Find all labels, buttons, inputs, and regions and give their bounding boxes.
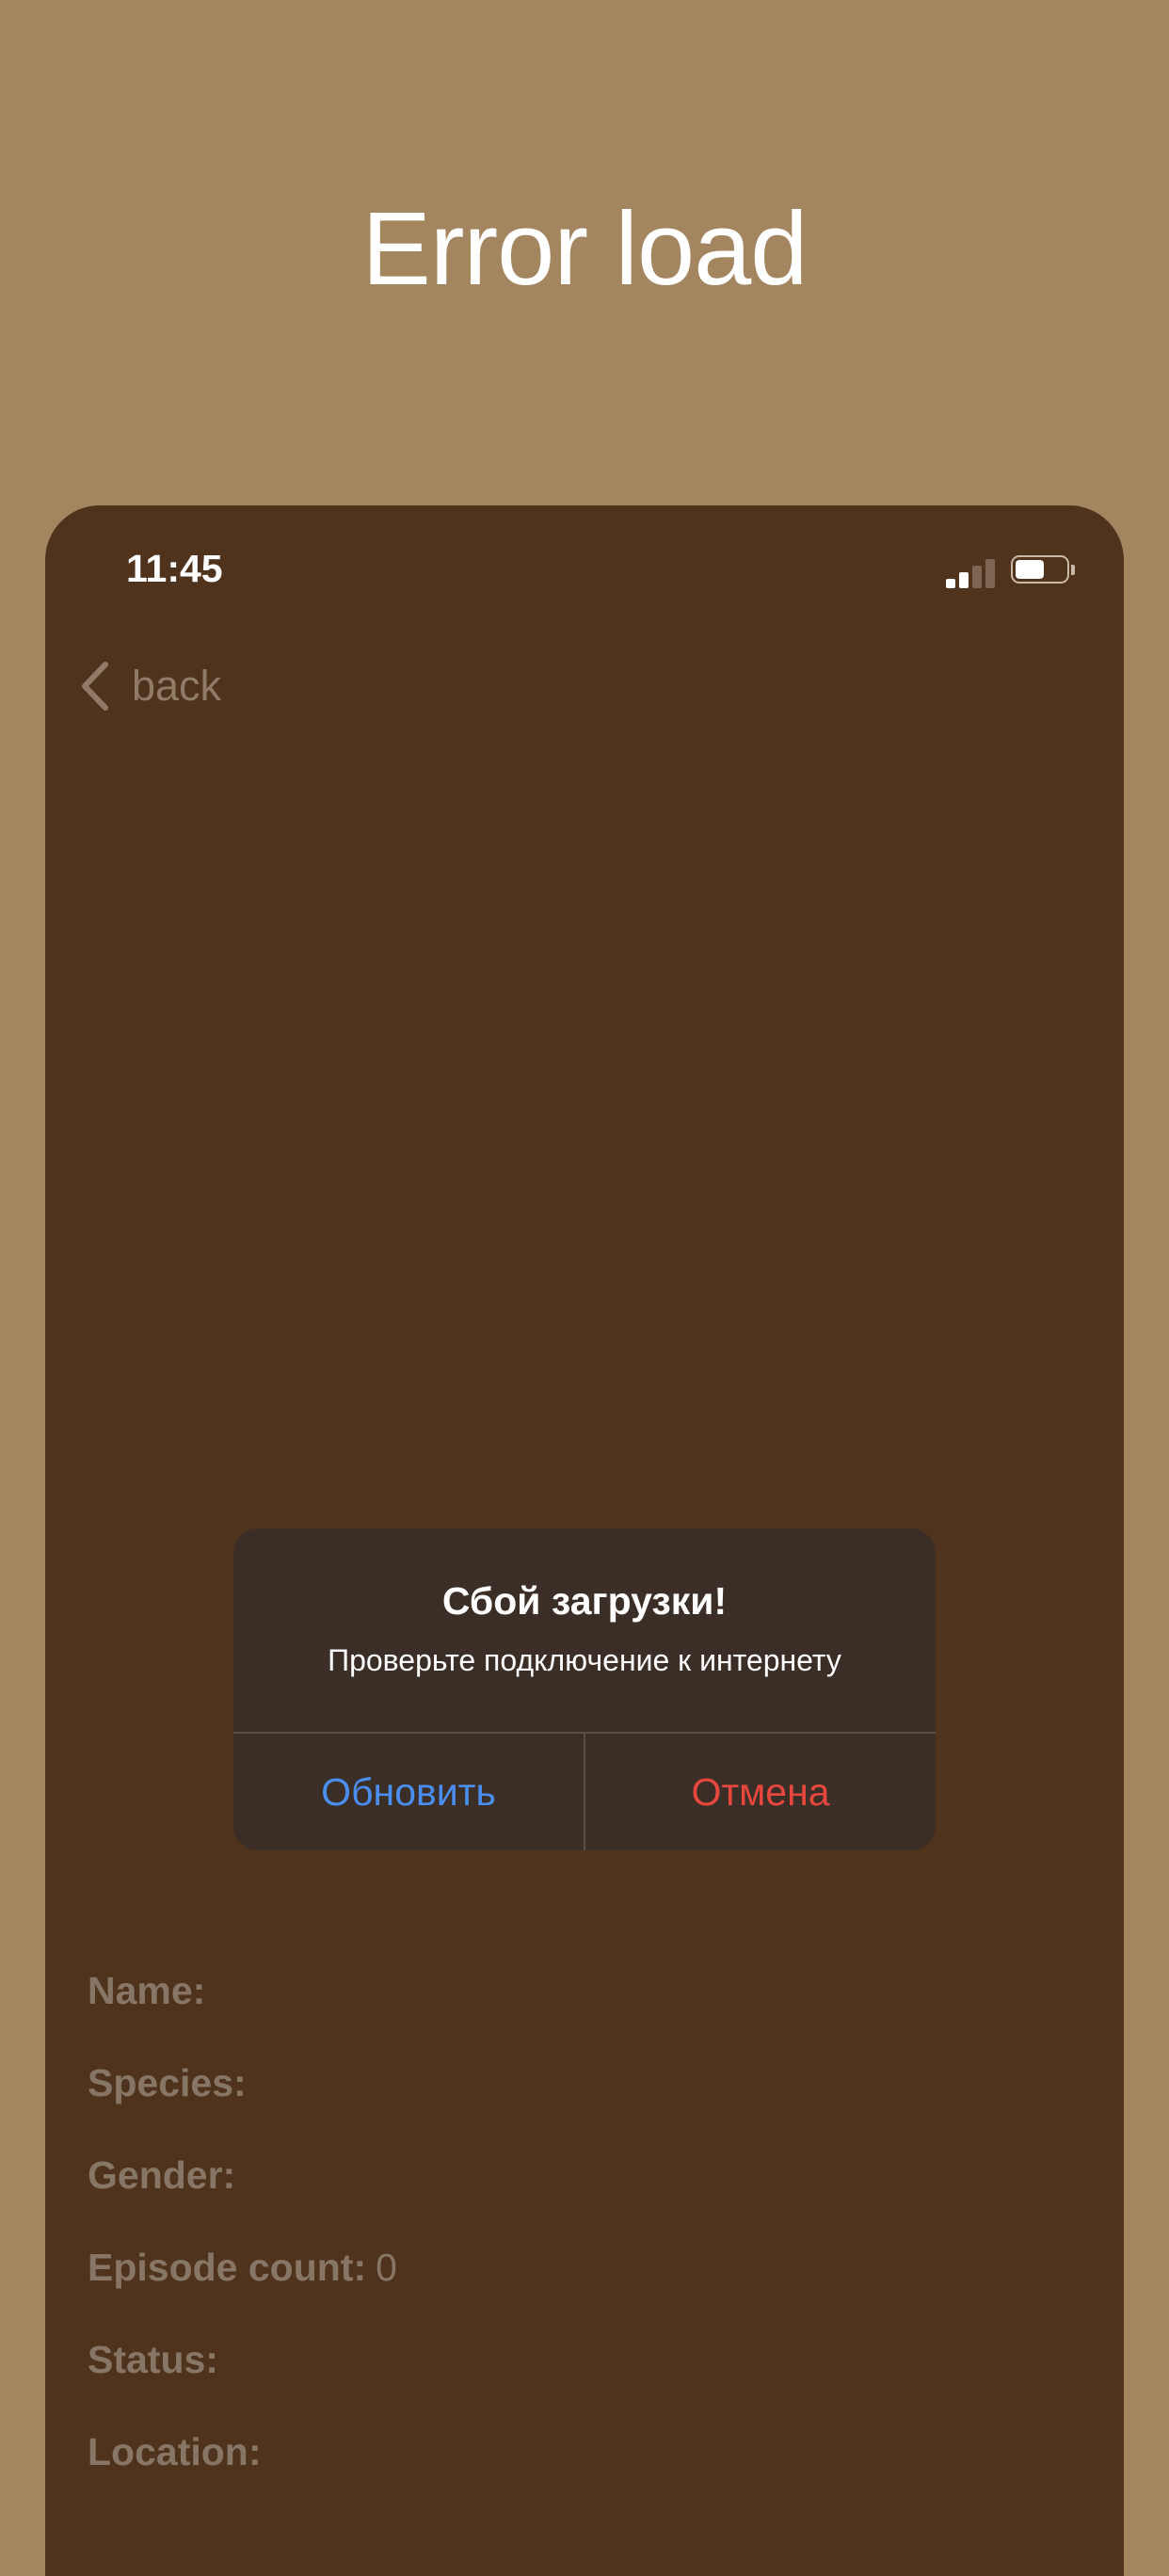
cellular-signal-icon (946, 556, 1002, 588)
back-label: back (132, 662, 222, 710)
back-button[interactable]: back (77, 656, 221, 716)
promo-title: Error load (361, 191, 809, 307)
battery-icon (1011, 555, 1079, 587)
detail-label: Episode count: (88, 2246, 367, 2289)
detail-label: Name: (88, 1969, 206, 2012)
chevron-left-icon (82, 662, 108, 711)
detail-value: 0 (376, 2246, 397, 2289)
error-alert: Сбой загрузки! Проверьте подключение к и… (233, 1528, 936, 1850)
detail-row-status: Status: (88, 2338, 397, 2430)
phone-screen: 11:45 back Сбой загрузки! Проверьте подк… (45, 505, 1124, 2576)
detail-label: Location: (88, 2430, 262, 2473)
cancel-button[interactable]: Отмена (585, 1734, 936, 1850)
detail-row-episode-count: Episode count: 0 (88, 2246, 397, 2338)
alert-title: Сбой загрузки! (441, 1579, 728, 1623)
status-bar-time: 11:45 (126, 547, 223, 590)
detail-row-location: Location: (88, 2430, 397, 2522)
detail-row-gender: Gender: (88, 2153, 397, 2246)
refresh-button[interactable]: Обновить (233, 1734, 584, 1850)
detail-row-species: Species: (88, 2061, 397, 2153)
detail-label: Gender: (88, 2153, 236, 2197)
detail-row-name: Name: (88, 1969, 397, 2061)
character-details: Name: Species: Gender: Episode count: 0 S… (88, 1969, 397, 2522)
alert-message: Проверьте подключение к интернету (328, 1643, 841, 1677)
detail-label: Species: (88, 2061, 247, 2104)
detail-label: Status: (88, 2338, 218, 2381)
